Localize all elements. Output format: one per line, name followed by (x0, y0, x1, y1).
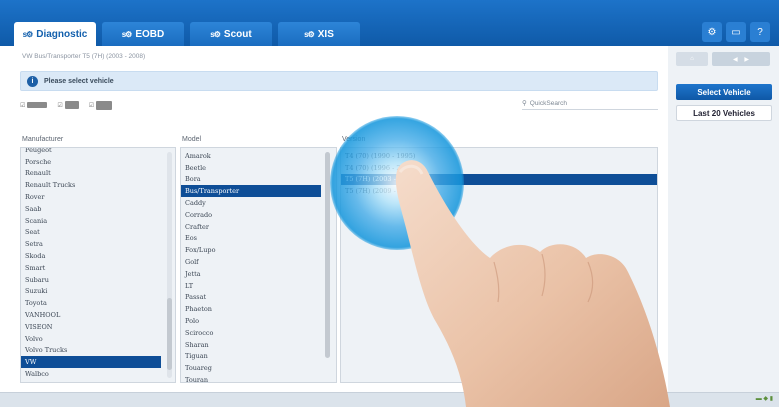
select-vehicle-button[interactable]: Select Vehicle (676, 84, 772, 100)
connection-status-icon: ▬ ◆ ▮ (755, 396, 773, 402)
last-20-vehicles-button[interactable]: Last 20 Vehicles (676, 105, 772, 121)
model-item[interactable]: Touran (181, 374, 321, 382)
model-item[interactable]: Eos (181, 233, 321, 245)
manufacturer-item[interactable]: Subaru (21, 274, 161, 286)
model-item[interactable]: Phaeton (181, 303, 321, 315)
model-item[interactable]: Fox/Lupo (181, 244, 321, 256)
filter-van[interactable]: ☑ (57, 101, 79, 109)
model-label: Model (182, 136, 202, 143)
help-label: ? (757, 26, 763, 38)
model-item[interactable]: Passat (181, 292, 321, 304)
model-item[interactable]: Touareg (181, 362, 321, 374)
navigation-buttons[interactable]: ◀ ▶ (712, 52, 770, 66)
gear-icon: ⚙ (707, 26, 717, 38)
manufacturer-item[interactable]: Peugeot (21, 148, 161, 156)
model-item[interactable]: LT (181, 280, 321, 292)
manufacturer-item[interactable]: Seat (21, 227, 161, 239)
truck-icon (96, 100, 113, 110)
home-button[interactable]: ⌂ (676, 52, 708, 66)
manufacturer-item[interactable]: Rover (21, 191, 161, 203)
notice-text: Please select vehicle (44, 77, 114, 85)
tab-scout[interactable]: s⚙ Scout (190, 22, 272, 46)
manufacturer-item[interactable]: Smart (21, 262, 161, 274)
manufacturer-item[interactable]: Porsche (21, 156, 161, 168)
tab-label: Scout (223, 28, 252, 40)
manufacturer-label: Manufacturer (22, 136, 64, 143)
manufacturer-item[interactable]: Saab (21, 203, 161, 215)
model-item[interactable]: Bora (181, 174, 321, 186)
manufacturer-item[interactable]: Suzuki (21, 286, 161, 298)
eobd-logo-icon: s⚙ (121, 29, 133, 39)
tab-eobd[interactable]: s⚙ EOBD (102, 22, 184, 46)
info-icon: i (27, 75, 38, 87)
model-item[interactable]: Beetle (181, 162, 321, 174)
tab-label: Diagnostic (36, 28, 88, 40)
tab-label: XIS (317, 28, 334, 40)
manufacturer-item[interactable]: Renault (21, 168, 161, 180)
model-item[interactable]: Golf (181, 256, 321, 268)
car-icon (27, 102, 48, 108)
model-item[interactable]: Sharan (181, 339, 321, 351)
chevron-left-icon[interactable]: ◀ (733, 56, 738, 63)
checkbox-icon[interactable]: ☑ (57, 102, 62, 109)
chevron-right-icon[interactable]: ▶ (744, 56, 749, 63)
messages-button[interactable]: ▭ (726, 22, 746, 42)
manufacturer-item[interactable]: Scania (21, 215, 161, 227)
model-item[interactable]: Jetta (181, 268, 321, 280)
vehicle-type-filters: ☑ ☑ ☑ (20, 99, 113, 111)
model-item[interactable]: Polo (181, 315, 321, 327)
scout-logo-icon: s⚙ (210, 29, 221, 39)
xis-logo-icon: s⚙ (304, 29, 315, 39)
manufacturer-item[interactable]: Volvo Trucks (21, 345, 161, 357)
search-icon: ⚲ (522, 100, 527, 107)
manufacturer-item[interactable]: Walbco (21, 368, 161, 380)
manufacturer-item[interactable]: VW (21, 356, 161, 369)
filter-truck[interactable]: ☑ (89, 100, 113, 110)
manufacturer-scrollbar[interactable] (167, 298, 172, 370)
van-icon (64, 101, 79, 109)
diagnostic-logo-icon: s⚙ (22, 29, 34, 39)
chat-icon: ▭ (731, 26, 741, 38)
tab-xis[interactable]: s⚙ XIS (278, 22, 360, 46)
model-item[interactable]: Caddy (181, 197, 321, 209)
home-icon: ⌂ (690, 56, 694, 62)
manufacturer-item[interactable]: Skoda (21, 250, 161, 262)
model-list[interactable]: Amarok Beetle Bora Bus/Transporter Caddy Corr… (180, 147, 337, 383)
pointing-hand-icon (395, 160, 670, 407)
breadcrumb: VW Bus/Transporter T5 (7H) (2003 - 2008) (22, 53, 146, 60)
manufacturer-item[interactable]: VANHOOL (21, 309, 161, 321)
model-item[interactable]: Corrado (181, 209, 321, 221)
quick-search[interactable]: ⚲ QuickSearch (522, 97, 658, 110)
help-button[interactable]: ? (750, 22, 770, 42)
manufacturer-item[interactable]: VISEON (21, 321, 161, 333)
settings-button[interactable]: ⚙ (702, 22, 722, 42)
checkbox-icon[interactable]: ☑ (89, 102, 94, 109)
model-item[interactable]: Amarok (181, 150, 321, 162)
checkbox-icon[interactable]: ☑ (20, 102, 25, 109)
model-item[interactable]: Scirocco (181, 327, 321, 339)
tab-diagnostic[interactable]: s⚙ Diagnostic (14, 22, 96, 46)
model-item[interactable]: Tiguan (181, 351, 321, 363)
tab-label: EOBD (135, 28, 165, 40)
model-item[interactable]: Crafter (181, 221, 321, 233)
model-item[interactable]: Bus/Transporter (181, 185, 321, 198)
manufacturer-item[interactable]: Renault Trucks (21, 179, 161, 191)
manufacturer-item[interactable]: Volvo (21, 333, 161, 345)
search-input[interactable]: QuickSearch (530, 100, 567, 107)
manufacturer-list[interactable]: Peugeot Porsche Renault Renault Trucks Rover… (20, 147, 176, 383)
manufacturer-item[interactable]: Setra (21, 238, 161, 250)
filter-car[interactable]: ☑ (20, 102, 48, 109)
manufacturer-item[interactable]: Toyota (21, 297, 161, 309)
select-vehicle-notice: i Please select vehicle (20, 71, 658, 91)
